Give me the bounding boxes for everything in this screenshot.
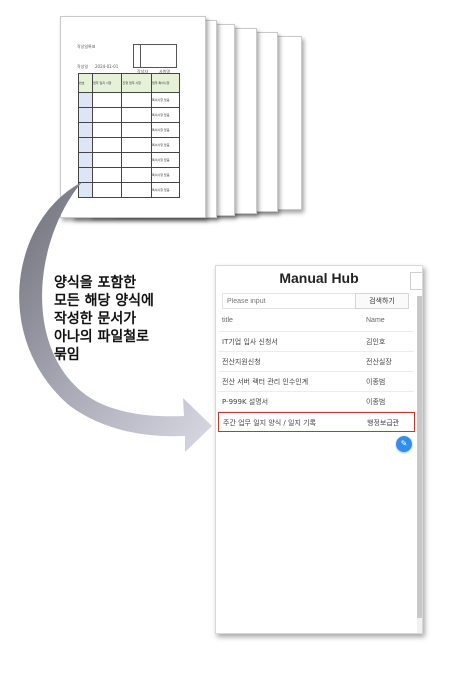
table-row[interactable]: 전산 서버 랙터 관리 인수인계 이종범 [218,372,414,392]
search-button[interactable]: 검색하기 [355,293,409,309]
scrollbar[interactable] [417,296,422,633]
row-title: 주간 업무 일지 양식 / 일지 기록 [223,419,316,427]
form-cell: 특이사항 없음 [150,122,181,138]
scrollbar-thumb[interactable] [417,296,422,618]
form-signature-box [133,44,177,68]
column-header-title: title [222,317,233,324]
app-title: Manual Hub [279,270,359,286]
caption-line: 아나의 파일철로 [54,329,150,345]
table-row[interactable]: P-999K 설명서 이종범 [218,392,414,412]
row-name: 이종범 [366,378,386,386]
search-bar: 검색하기 [216,293,416,311]
row-name: 행정보급관 [367,419,400,427]
row-title: IT기업 입사 신청서 [222,338,278,346]
row-name: 김인호 [366,338,386,346]
form-doc-title: 작성일록표 [77,44,96,49]
form-col4: 업무 특이사항 [150,73,181,93]
caption-line: 묶임 [54,347,80,363]
row-title: P-999K 설명서 [222,398,269,406]
row-name: 전산실장 [366,358,392,366]
edit-icon[interactable]: ✎ [396,436,412,452]
table-header-row: title Name [218,312,414,332]
form-col2: 업무 일지 사항 [91,73,123,93]
manual-hub-app: Manual Hub 검색하기 title Name IT기업 입사 신청서 김… [215,265,423,634]
form-col1: 번호 [78,73,93,93]
table-row[interactable]: IT기업 입사 신청서 김인호 [218,332,414,352]
form-cell: 특이사항 없음 [150,107,181,123]
form-meta-mid: 2024-01-01 [95,64,119,69]
row-title: 전산지원신청 [222,358,261,366]
caption-line: 모든 해당 양식에 [54,293,154,309]
form-col3: 진행 업무 사항 [121,73,152,93]
row-name: 이종범 [366,398,386,406]
caption-line: 작성한 문서가 [54,311,137,327]
table-row-highlighted[interactable]: 주간 업무 일지 양식 / 일지 기록 행정보급관 [218,412,415,432]
form-cell: 특이사항 없음 [150,92,181,108]
header-box [410,272,422,290]
caption-line: 양식을 포함한 [54,275,137,291]
form-meta-left: 작성일 [77,64,89,69]
row-title: 전산 서버 랙터 관리 인수인계 [222,378,309,386]
search-input[interactable] [222,293,355,309]
form-cell: 특이사항 없음 [150,137,181,153]
caption-text: 양식을 포함한 모든 해당 양식에 작성한 문서가 아나의 파일철로 묶임 [54,274,204,364]
column-header-name: Name [366,317,385,324]
table-row[interactable]: 전산지원신청 전산실장 [218,352,414,372]
